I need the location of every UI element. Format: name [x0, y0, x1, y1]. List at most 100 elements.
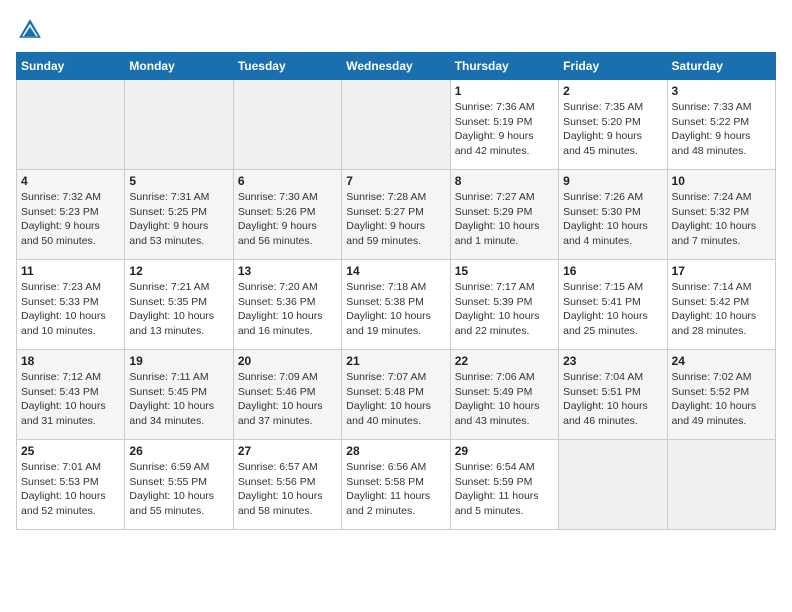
calendar-cell: 16 Sunrise: 7:15 AMSunset: 5:41 PMDayligh… [559, 260, 667, 350]
day-number: 3 [672, 84, 771, 98]
column-header-monday: Monday [125, 53, 233, 80]
day-info: Sunrise: 7:06 AMSunset: 5:49 PMDaylight:… [455, 370, 554, 429]
calendar-cell: 7 Sunrise: 7:28 AMSunset: 5:27 PMDaylight… [342, 170, 450, 260]
day-info: Sunrise: 7:21 AMSunset: 5:35 PMDaylight:… [129, 280, 228, 339]
calendar-cell: 3 Sunrise: 7:33 AMSunset: 5:22 PMDaylight… [667, 80, 775, 170]
calendar-week-row: 18 Sunrise: 7:12 AMSunset: 5:43 PMDayligh… [17, 350, 776, 440]
day-number: 26 [129, 444, 228, 458]
day-number: 13 [238, 264, 337, 278]
day-info: Sunrise: 7:15 AMSunset: 5:41 PMDaylight:… [563, 280, 662, 339]
calendar-header-row: SundayMondayTuesdayWednesdayThursdayFrid… [17, 53, 776, 80]
day-number: 25 [21, 444, 120, 458]
day-number: 5 [129, 174, 228, 188]
day-number: 28 [346, 444, 445, 458]
day-number: 20 [238, 354, 337, 368]
calendar-cell: 21Sunrise: 7:07 AMSunset: 5:48 PMDayligh… [342, 350, 450, 440]
day-number: 17 [672, 264, 771, 278]
calendar-cell: 6 Sunrise: 7:30 AMSunset: 5:26 PMDaylight… [233, 170, 341, 260]
calendar-cell: 12 Sunrise: 7:21 AMSunset: 5:35 PMDayligh… [125, 260, 233, 350]
calendar-week-row: 1Sunrise: 7:36 AMSunset: 5:19 PMDaylight… [17, 80, 776, 170]
calendar-cell: 8 Sunrise: 7:27 AMSunset: 5:29 PMDaylight… [450, 170, 558, 260]
column-header-tuesday: Tuesday [233, 53, 341, 80]
calendar-week-row: 4 Sunrise: 7:32 AMSunset: 5:23 PMDaylight… [17, 170, 776, 260]
day-info: Sunrise: 7:35 AMSunset: 5:20 PMDaylight:… [563, 100, 662, 159]
calendar-cell: 25 Sunrise: 7:01 AMSunset: 5:53 PMDayligh… [17, 440, 125, 530]
day-number: 27 [238, 444, 337, 458]
day-number: 9 [563, 174, 662, 188]
calendar-cell: 18 Sunrise: 7:12 AMSunset: 5:43 PMDayligh… [17, 350, 125, 440]
day-info: Sunrise: 7:02 AMSunset: 5:52 PMDaylight:… [672, 370, 771, 429]
day-info: Sunrise: 7:23 AMSunset: 5:33 PMDaylight:… [21, 280, 120, 339]
day-info: Sunrise: 7:26 AMSunset: 5:30 PMDaylight:… [563, 190, 662, 249]
day-info: Sunrise: 6:56 AMSunset: 5:58 PMDaylight:… [346, 460, 445, 519]
day-info: Sunrise: 7:30 AMSunset: 5:26 PMDaylight:… [238, 190, 337, 249]
calendar-cell: 27Sunrise: 6:57 AMSunset: 5:56 PMDayligh… [233, 440, 341, 530]
day-number: 15 [455, 264, 554, 278]
day-number: 1 [455, 84, 554, 98]
calendar-cell: 9 Sunrise: 7:26 AMSunset: 5:30 PMDaylight… [559, 170, 667, 260]
column-header-sunday: Sunday [17, 53, 125, 80]
calendar-cell: 20 Sunrise: 7:09 AMSunset: 5:46 PMDayligh… [233, 350, 341, 440]
column-header-thursday: Thursday [450, 53, 558, 80]
calendar-week-row: 11 Sunrise: 7:23 AMSunset: 5:33 PMDayligh… [17, 260, 776, 350]
day-number: 16 [563, 264, 662, 278]
day-number: 14 [346, 264, 445, 278]
day-number: 7 [346, 174, 445, 188]
day-number: 23 [563, 354, 662, 368]
day-number: 11 [21, 264, 120, 278]
calendar-cell: 24 Sunrise: 7:02 AMSunset: 5:52 PMDayligh… [667, 350, 775, 440]
calendar-cell: 13 Sunrise: 7:20 AMSunset: 5:36 PMDayligh… [233, 260, 341, 350]
day-info: Sunrise: 7:07 AMSunset: 5:48 PMDaylight:… [346, 370, 445, 429]
day-number: 2 [563, 84, 662, 98]
calendar-cell: 15 Sunrise: 7:17 AMSunset: 5:39 PMDayligh… [450, 260, 558, 350]
column-header-friday: Friday [559, 53, 667, 80]
page-header [16, 16, 776, 44]
day-number: 4 [21, 174, 120, 188]
day-number: 6 [238, 174, 337, 188]
day-info: Sunrise: 7:09 AMSunset: 5:46 PMDaylight:… [238, 370, 337, 429]
calendar-cell: 26 Sunrise: 6:59 AMSunset: 5:55 PMDayligh… [125, 440, 233, 530]
calendar-cell: 23 Sunrise: 7:04 AMSunset: 5:51 PMDayligh… [559, 350, 667, 440]
calendar-cell: 17 Sunrise: 7:14 AMSunset: 5:42 PMDayligh… [667, 260, 775, 350]
day-info: Sunrise: 7:32 AMSunset: 5:23 PMDaylight:… [21, 190, 120, 249]
day-number: 22 [455, 354, 554, 368]
column-header-saturday: Saturday [667, 53, 775, 80]
day-number: 19 [129, 354, 228, 368]
day-info: Sunrise: 7:20 AMSunset: 5:36 PMDaylight:… [238, 280, 337, 339]
calendar-cell: 10 Sunrise: 7:24 AMSunset: 5:32 PMDayligh… [667, 170, 775, 260]
day-info: Sunrise: 7:18 AMSunset: 5:38 PMDaylight:… [346, 280, 445, 339]
day-number: 8 [455, 174, 554, 188]
day-info: Sunrise: 7:27 AMSunset: 5:29 PMDaylight:… [455, 190, 554, 249]
logo-icon [16, 16, 44, 44]
calendar-cell [17, 80, 125, 170]
day-info: Sunrise: 7:12 AMSunset: 5:43 PMDaylight:… [21, 370, 120, 429]
logo [16, 16, 48, 44]
day-info: Sunrise: 7:11 AMSunset: 5:45 PMDaylight:… [129, 370, 228, 429]
calendar-cell: 5 Sunrise: 7:31 AMSunset: 5:25 PMDaylight… [125, 170, 233, 260]
day-info: Sunrise: 7:33 AMSunset: 5:22 PMDaylight:… [672, 100, 771, 159]
day-number: 10 [672, 174, 771, 188]
day-info: Sunrise: 7:01 AMSunset: 5:53 PMDaylight:… [21, 460, 120, 519]
calendar-cell: 29Sunrise: 6:54 AMSunset: 5:59 PMDayligh… [450, 440, 558, 530]
calendar-cell: 2 Sunrise: 7:35 AMSunset: 5:20 PMDaylight… [559, 80, 667, 170]
calendar-cell: 22 Sunrise: 7:06 AMSunset: 5:49 PMDayligh… [450, 350, 558, 440]
day-info: Sunrise: 7:31 AMSunset: 5:25 PMDaylight:… [129, 190, 228, 249]
day-number: 12 [129, 264, 228, 278]
calendar-cell: 11 Sunrise: 7:23 AMSunset: 5:33 PMDayligh… [17, 260, 125, 350]
day-info: Sunrise: 7:28 AMSunset: 5:27 PMDaylight:… [346, 190, 445, 249]
calendar-cell: 19 Sunrise: 7:11 AMSunset: 5:45 PMDayligh… [125, 350, 233, 440]
day-number: 24 [672, 354, 771, 368]
calendar-table: SundayMondayTuesdayWednesdayThursdayFrid… [16, 52, 776, 530]
day-number: 18 [21, 354, 120, 368]
day-info: Sunrise: 7:17 AMSunset: 5:39 PMDaylight:… [455, 280, 554, 339]
day-info: Sunrise: 6:59 AMSunset: 5:55 PMDaylight:… [129, 460, 228, 519]
calendar-cell [559, 440, 667, 530]
day-info: Sunrise: 7:14 AMSunset: 5:42 PMDaylight:… [672, 280, 771, 339]
calendar-cell: 28 Sunrise: 6:56 AMSunset: 5:58 PMDayligh… [342, 440, 450, 530]
day-info: Sunrise: 7:04 AMSunset: 5:51 PMDaylight:… [563, 370, 662, 429]
calendar-cell: 4 Sunrise: 7:32 AMSunset: 5:23 PMDaylight… [17, 170, 125, 260]
calendar-week-row: 25 Sunrise: 7:01 AMSunset: 5:53 PMDayligh… [17, 440, 776, 530]
day-info: Sunrise: 7:24 AMSunset: 5:32 PMDaylight:… [672, 190, 771, 249]
calendar-cell [342, 80, 450, 170]
calendar-cell: 1Sunrise: 7:36 AMSunset: 5:19 PMDaylight… [450, 80, 558, 170]
